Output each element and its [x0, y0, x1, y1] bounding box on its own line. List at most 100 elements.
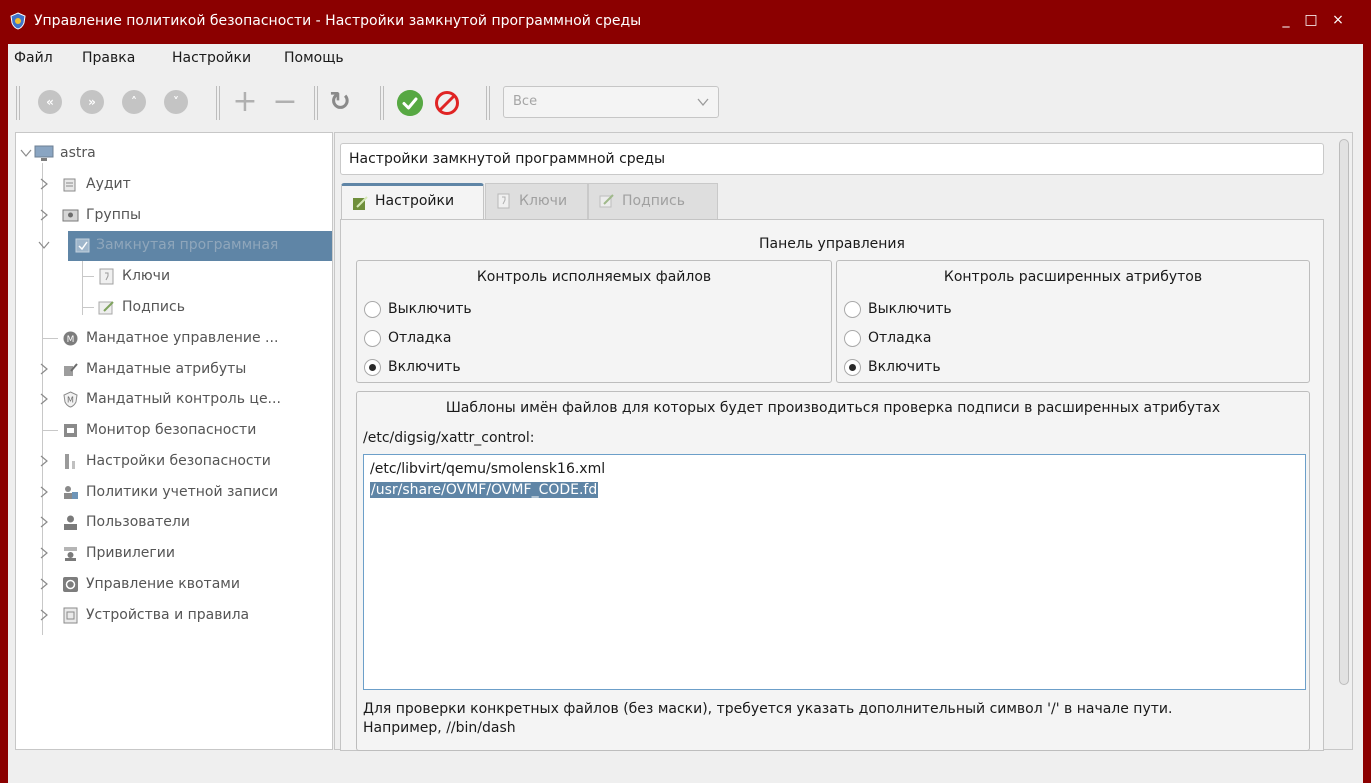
chevron-right-icon[interactable]	[38, 455, 50, 467]
tab-label: Ключи	[519, 193, 568, 209]
tree-item-signature[interactable]: Подпись	[16, 293, 332, 323]
radio-button[interactable]	[844, 301, 861, 318]
chevron-right-icon[interactable]	[38, 178, 50, 190]
tree-item-label: Монитор безопасности	[86, 422, 257, 438]
tree-item-security-monitor[interactable]: Монитор безопасности	[16, 416, 332, 446]
chevron-right-icon[interactable]	[38, 209, 50, 221]
move-up-icon[interactable]: ˄	[122, 90, 146, 114]
tree-item-mandatory-control[interactable]: M Мандатное управление ...	[16, 324, 332, 354]
svg-text:M: M	[67, 335, 75, 345]
control-panel-title: Панель управления	[759, 236, 905, 252]
radio-button-checked[interactable]	[844, 359, 861, 376]
menu-bar: Файл Правка Настройки Помощь	[8, 44, 1363, 74]
tree-item-label: Ключи	[122, 268, 171, 284]
tab-settings[interactable]: Настройки	[341, 183, 484, 219]
templates-group: Шаблоны имён файлов для которых будет пр…	[356, 391, 1310, 751]
tree-item-label: astra	[60, 145, 96, 161]
exec-control-group: Контроль исполняемых файлов Выключить От…	[356, 260, 832, 383]
tree-item-integrity-control[interactable]: M Мандатный контроль це...	[16, 385, 332, 415]
tree-item-closed-environment[interactable]: Замкнутая программная	[16, 231, 332, 261]
chevron-down-icon	[697, 98, 709, 107]
tree-item-label: Политики учетной записи	[86, 484, 279, 500]
remove-icon[interactable]: −	[272, 87, 298, 117]
chevron-right-icon[interactable]	[38, 363, 50, 375]
radio-button-checked[interactable]	[364, 359, 381, 376]
vertical-scrollbar[interactable]	[1339, 139, 1349, 685]
tree-item-devices[interactable]: Устройства и правила	[16, 601, 332, 631]
tree-item-mandatory-attributes[interactable]: Мандатные атрибуты	[16, 355, 332, 385]
tree-item-audit[interactable]: Аудит	[16, 170, 332, 200]
radio-button[interactable]	[364, 301, 381, 318]
toolbar-separator	[486, 86, 490, 120]
chevron-right-icon[interactable]	[38, 578, 50, 590]
radio-label: Выключить	[868, 301, 952, 317]
template-line: /etc/libvirt/qemu/smolensk16.xml	[370, 461, 606, 477]
xattr-control-group: Контроль расширенных атрибутов Выключить…	[836, 260, 1310, 383]
close-button[interactable]: ×	[1328, 10, 1348, 30]
apply-check-icon[interactable]	[397, 90, 423, 116]
tree-item-users[interactable]: Пользователи	[16, 508, 332, 538]
tree-item-account-policy[interactable]: Политики учетной записи	[16, 478, 332, 508]
toolbar: « » ˄ ˅ + − ↻ Все	[8, 78, 1363, 128]
radio-button[interactable]	[364, 330, 381, 347]
move-down-icon[interactable]: ˅	[164, 90, 188, 114]
menu-help[interactable]: Помощь	[284, 50, 344, 66]
app-window: Управление политикой безопасности - Наст…	[0, 0, 1371, 783]
templates-note: Для проверки конкретных файлов (без маск…	[363, 700, 1323, 738]
tree-item-root[interactable]: astra	[16, 139, 332, 169]
tab-signature[interactable]: Подпись	[588, 183, 718, 219]
last-record-icon[interactable]: »	[80, 90, 104, 114]
chevron-right-icon[interactable]	[38, 516, 50, 528]
menu-file[interactable]: Файл	[14, 50, 53, 66]
radio-label: Включить	[388, 359, 461, 375]
mandatory-attributes-icon	[64, 363, 78, 376]
menu-settings[interactable]: Настройки	[172, 50, 251, 66]
radio-button[interactable]	[844, 330, 861, 347]
xattr-control-title: Контроль расширенных атрибутов	[943, 269, 1203, 285]
navigation-tree[interactable]: astra Аудит Группы Замкнутая программная	[15, 132, 333, 750]
templates-textarea[interactable]: /etc/libvirt/qemu/smolensk16.xml /usr/sh…	[363, 454, 1306, 690]
tree-item-groups[interactable]: Группы	[16, 201, 332, 231]
page-title: Настройки замкнутой программной среды	[340, 143, 1324, 175]
tree-item-label: Управление квотами	[86, 576, 240, 592]
account-policy-icon	[64, 486, 78, 499]
chevron-right-icon[interactable]	[38, 547, 50, 559]
toolbar-separator	[314, 86, 318, 120]
tree-connector	[42, 430, 58, 431]
first-record-icon[interactable]: «	[38, 90, 62, 114]
settings-tab-icon	[353, 196, 368, 210]
tree-item-security-settings[interactable]: Настройки безопасности	[16, 447, 332, 477]
page-title-text: Настройки замкнутой программной среды	[349, 151, 666, 167]
filter-select[interactable]: Все	[503, 86, 719, 118]
users-icon	[64, 515, 77, 530]
cancel-forbidden-icon[interactable]	[434, 90, 460, 116]
tree-item-privileges[interactable]: Привилегии	[16, 539, 332, 569]
add-icon[interactable]: +	[232, 87, 258, 117]
exec-control-title: Контроль исполняемых файлов	[476, 269, 712, 285]
tree-item-label: Мандатный контроль це...	[86, 391, 281, 407]
chevron-right-icon[interactable]	[38, 486, 50, 498]
menu-edit[interactable]: Правка	[82, 50, 135, 66]
tab-label: Подпись	[622, 193, 685, 209]
tab-keys[interactable]: Ключи	[485, 183, 588, 219]
tree-item-label: Группы	[86, 207, 142, 223]
status-bar	[8, 754, 1363, 783]
settings-tab-panel: Панель управления Контроль исполняемых ф…	[340, 219, 1324, 751]
chevron-right-icon[interactable]	[38, 609, 50, 621]
key-icon	[497, 193, 510, 209]
tree-item-keys[interactable]: Ключи	[16, 262, 332, 292]
chevron-right-icon[interactable]	[38, 393, 50, 405]
signature-icon	[98, 301, 114, 315]
tree-item-quotas[interactable]: Управление квотами	[16, 570, 332, 600]
note-line: Например, //bin/dash	[363, 720, 516, 736]
maximize-button[interactable]: □	[1301, 10, 1321, 30]
tree-item-label: Подпись	[122, 299, 185, 315]
filter-select-value: Все	[513, 94, 538, 109]
groups-icon	[62, 209, 79, 222]
chevron-down-icon[interactable]	[20, 147, 32, 159]
refresh-icon[interactable]: ↻	[327, 87, 353, 117]
tree-connector	[82, 307, 94, 308]
minimize-button[interactable]: _	[1276, 10, 1296, 30]
chevron-down-icon[interactable]	[38, 239, 50, 251]
title-bar[interactable]: Управление политикой безопасности - Наст…	[0, 0, 1371, 44]
